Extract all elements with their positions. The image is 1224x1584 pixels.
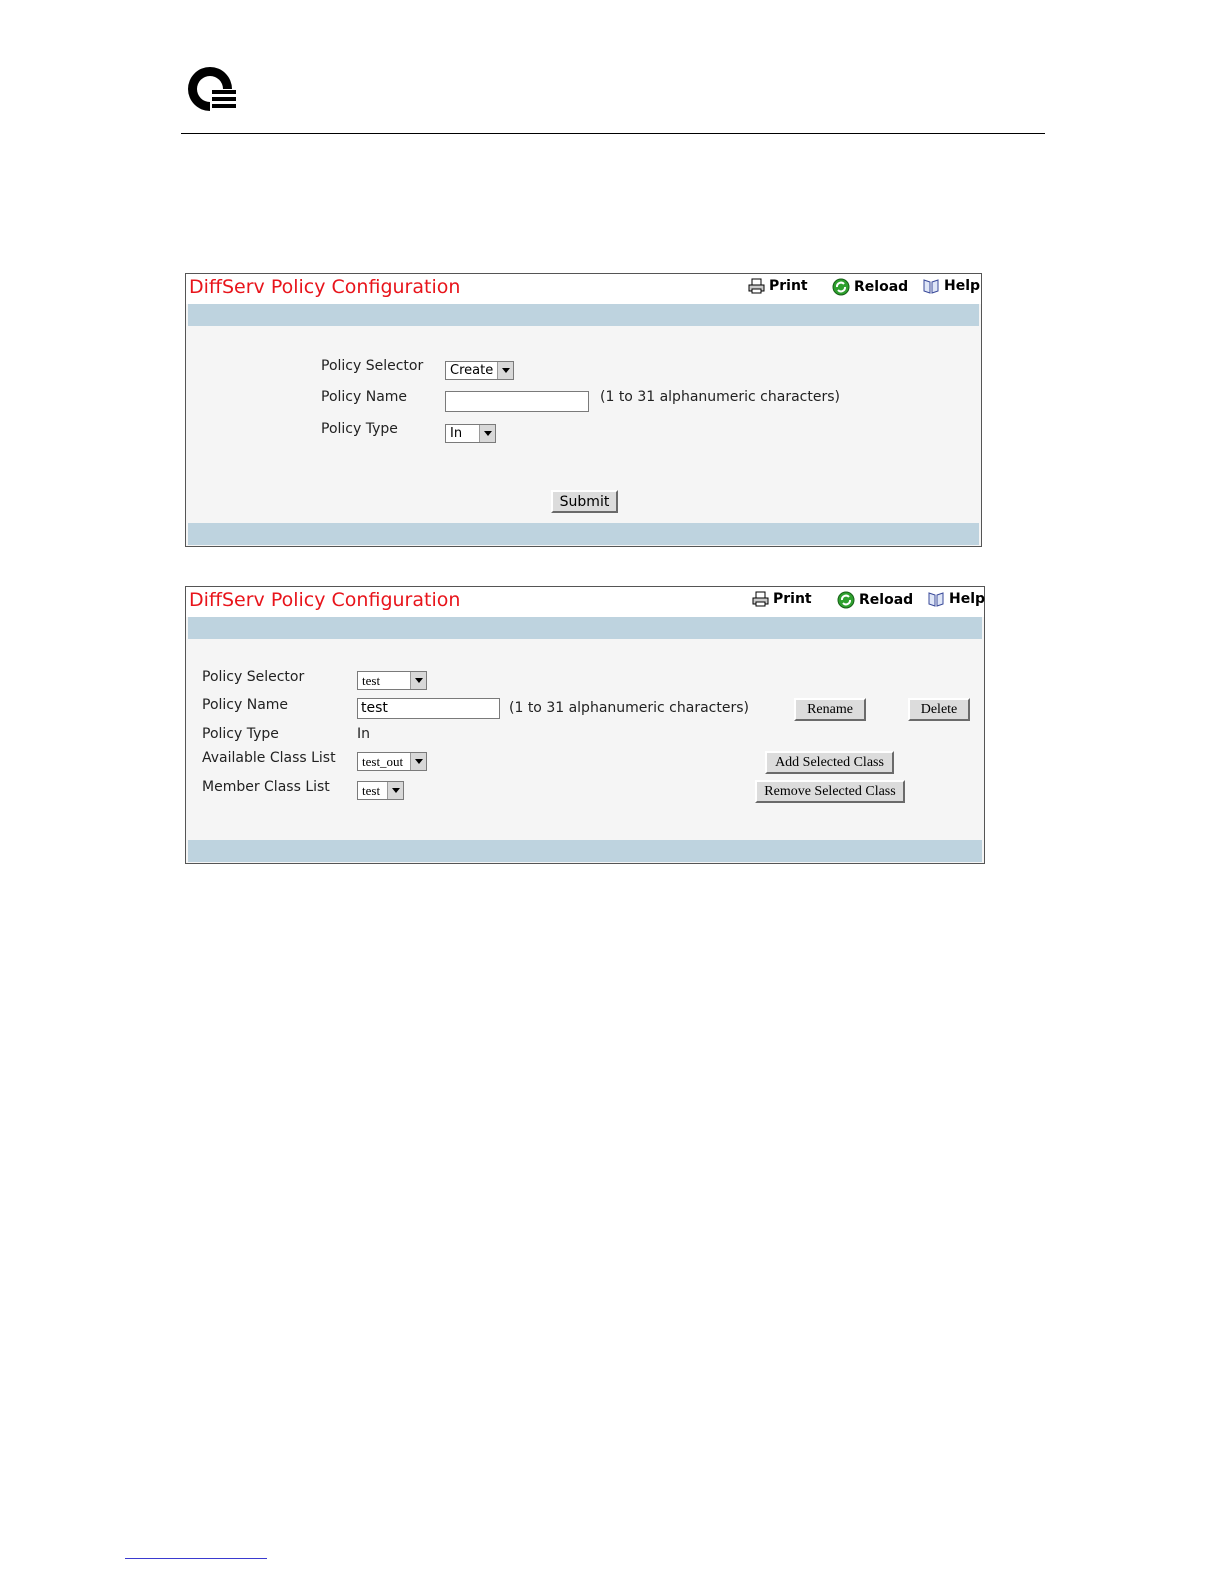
policy-name-input[interactable]: test — [357, 698, 500, 719]
header-band — [188, 304, 979, 326]
panel-header: DiffServ Policy Configuration Print Relo… — [186, 274, 981, 304]
rename-button[interactable]: Rename — [794, 698, 866, 721]
print-link[interactable]: Print — [748, 278, 808, 294]
help-label: Help — [944, 278, 981, 294]
policy-name-input[interactable] — [445, 391, 589, 412]
policy-name-label: Policy Name — [202, 697, 289, 713]
footer-link-underline — [125, 1558, 267, 1559]
help-book-icon — [923, 279, 939, 294]
member-class-value: test — [362, 782, 381, 798]
delete-button[interactable]: Delete — [908, 698, 970, 721]
policy-type-value: In — [357, 726, 371, 742]
company-logo — [188, 67, 236, 111]
help-label: Help — [949, 591, 986, 607]
reload-icon — [837, 591, 855, 609]
reload-label: Reload — [854, 279, 909, 295]
printer-icon — [748, 278, 765, 294]
header-divider — [181, 133, 1045, 134]
help-link[interactable]: Help — [922, 278, 980, 294]
member-class-label: Member Class List — [202, 779, 330, 795]
submit-button[interactable]: Submit — [551, 490, 618, 513]
policy-type-dropdown[interactable]: In — [445, 424, 496, 443]
header-band — [188, 617, 982, 639]
remove-selected-class-button[interactable]: Remove Selected Class — [755, 780, 905, 803]
help-book-icon — [928, 592, 944, 607]
chevron-down-icon — [479, 425, 495, 442]
available-class-dropdown[interactable]: test_out — [357, 752, 427, 771]
reload-label: Reload — [859, 592, 914, 608]
page-title: DiffServ Policy Configuration — [189, 589, 461, 611]
add-selected-class-button[interactable]: Add Selected Class — [765, 751, 894, 774]
reload-icon — [832, 278, 850, 296]
policy-selector-label: Policy Selector — [202, 669, 305, 685]
policy-type-label: Policy Type — [202, 726, 279, 742]
policy-type-value: In — [450, 426, 463, 441]
reload-link[interactable]: Reload — [832, 278, 908, 296]
reload-link[interactable]: Reload — [837, 591, 913, 609]
chevron-down-icon — [410, 753, 426, 770]
footer-band — [188, 840, 982, 862]
policy-edit-panel: DiffServ Policy Configuration Print Relo… — [185, 586, 985, 864]
policy-name-hint: (1 to 31 alphanumeric characters) — [509, 700, 749, 716]
page-title: DiffServ Policy Configuration — [189, 276, 461, 298]
help-link[interactable]: Help — [927, 591, 985, 607]
policy-selector-dropdown[interactable]: Create — [445, 361, 514, 380]
policy-name-hint: (1 to 31 alphanumeric characters) — [600, 389, 840, 405]
policy-create-panel: DiffServ Policy Configuration Print Relo… — [185, 273, 982, 547]
policy-selector-label: Policy Selector — [321, 358, 424, 374]
available-class-label: Available Class List — [202, 750, 336, 766]
panel-header: DiffServ Policy Configuration Print Relo… — [186, 587, 985, 617]
chevron-down-icon — [387, 782, 403, 799]
printer-icon — [752, 591, 769, 607]
policy-name-label: Policy Name — [321, 389, 408, 405]
member-class-dropdown[interactable]: test — [357, 781, 404, 800]
chevron-down-icon — [410, 672, 426, 689]
policy-selector-value: Create — [450, 363, 494, 378]
policy-selector-value: test — [362, 672, 381, 688]
policy-type-label: Policy Type — [321, 421, 398, 437]
footer-band — [188, 523, 979, 545]
policy-selector-dropdown[interactable]: test — [357, 671, 427, 690]
chevron-down-icon — [497, 362, 513, 379]
print-link[interactable]: Print — [752, 591, 812, 607]
print-label: Print — [769, 278, 808, 294]
available-class-value: test_out — [362, 753, 404, 769]
print-label: Print — [773, 591, 812, 607]
